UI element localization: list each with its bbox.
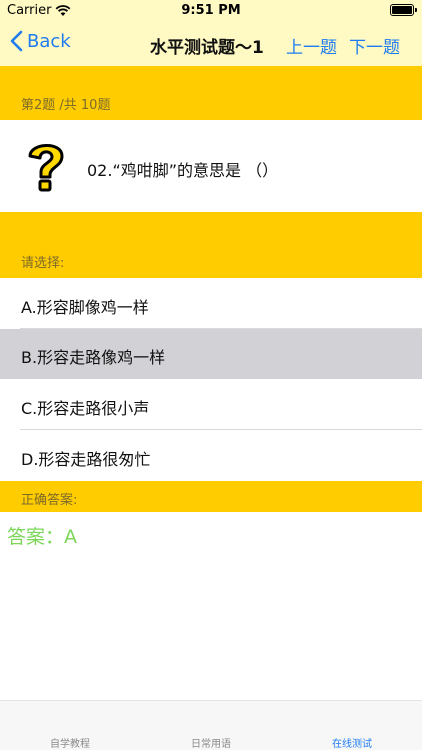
answer-header-label: 正确答案: — [21, 493, 78, 508]
tab-self-study[interactable]: 自学教程 — [0, 735, 140, 750]
tab-daily-phrases[interactable]: 日常用语 — [141, 735, 281, 750]
chevron-left-icon — [10, 30, 23, 52]
back-label: Back — [27, 30, 71, 52]
option-a[interactable]: A.形容脚像鸡一样 — [0, 279, 422, 329]
choices-header-label: 请选择: — [21, 256, 65, 271]
battery-icon — [390, 4, 417, 16]
page-title: 水平测试题～1 — [150, 38, 264, 58]
question-card: 02.“鸡咁脚”的意思是 （） — [0, 120, 422, 212]
correct-answer-text: 答案：A — [7, 526, 77, 548]
choices-header: 请选择: — [0, 212, 422, 278]
status-bar: Carrier 9:51 PM — [0, 0, 422, 22]
option-c[interactable]: C.形容走路很小声 — [0, 380, 422, 430]
status-time: 9:51 PM — [181, 3, 241, 18]
option-b[interactable]: B.形容走路像鸡一样 — [0, 329, 422, 379]
previous-question-button[interactable]: 上一题 — [286, 33, 337, 58]
tab-bar: 自学教程 日常用语 在线测试 — [0, 700, 422, 750]
answer-header: 正确答案: — [0, 481, 422, 512]
back-button[interactable]: Back — [10, 30, 71, 52]
next-question-button[interactable]: 下一题 — [349, 33, 400, 58]
navigation-bar: Back 水平测试题～1 上一题 下一题 — [0, 22, 422, 66]
option-label: D.形容走路很匆忙 — [21, 450, 151, 469]
status-right — [390, 4, 417, 16]
row-divider — [20, 429, 422, 430]
progress-label: 第2题 /共 10题 — [21, 98, 111, 113]
question-text: 02.“鸡咁脚”的意思是 （） — [87, 161, 279, 180]
option-label: A.形容脚像鸡一样 — [21, 298, 149, 317]
option-label: B.形容走路像鸡一样 — [21, 348, 166, 367]
tab-online-test[interactable]: 在线测试 — [282, 735, 422, 750]
question-mark-icon — [28, 144, 64, 192]
option-d[interactable]: D.形容走路很匆忙 — [0, 431, 422, 481]
option-label: C.形容走路很小声 — [21, 399, 150, 418]
progress-header: 第2题 /共 10题 — [0, 66, 422, 120]
